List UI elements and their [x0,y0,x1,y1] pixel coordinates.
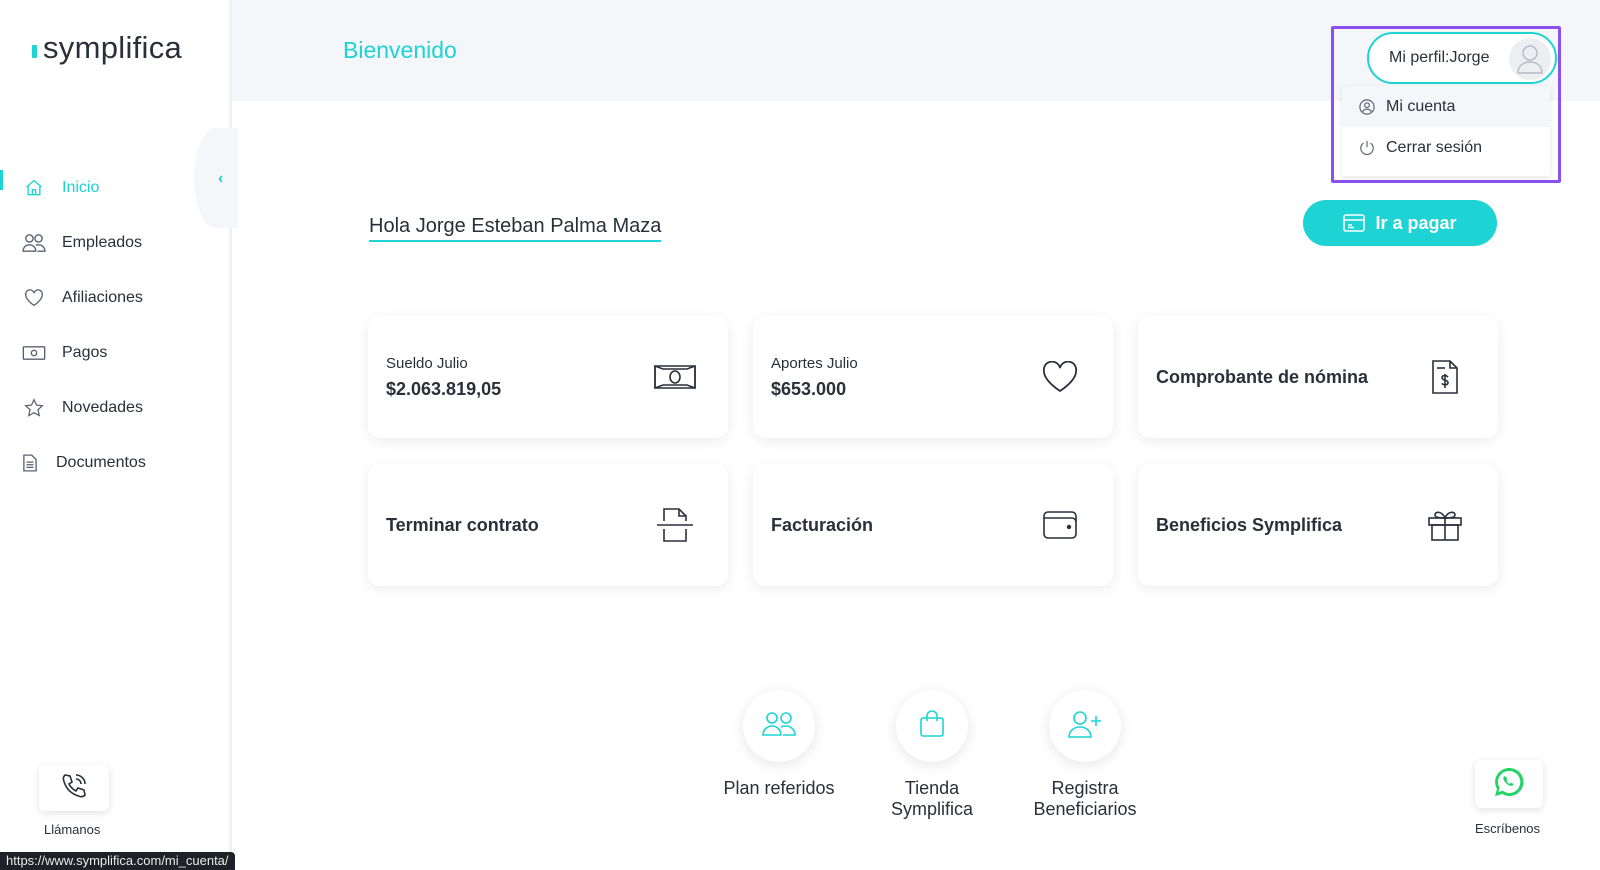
quick-link-label: Registra Beneficiarios [1033,778,1137,819]
profile-dropdown: Mi cuenta Cerrar sesión [1342,86,1550,176]
power-icon [1358,139,1376,157]
card-sueldo[interactable]: Sueldo Julio $2.063.819,05 [368,316,728,438]
quick-link-circle [896,690,968,762]
pay-button-label: Ir a pagar [1375,212,1457,233]
status-bar-url: https://www.symplifica.com/mi_cuenta/ [0,852,235,870]
logo-text: symplifica [43,30,183,65]
user-circle-icon [1358,98,1376,116]
users-icon [22,231,46,255]
sidebar-item-novedades[interactable]: Novedades [0,380,229,435]
logo-mark [32,44,37,58]
sidebar-nav: Inicio Empleados Afiliaciones Pagos Nove… [0,160,229,490]
card-terminar-contrato[interactable]: Terminar contrato [368,464,728,586]
heart-icon [1037,356,1083,398]
user-plus-icon [1068,710,1102,743]
users-icon [762,711,796,742]
card-comprobante[interactable]: Comprobante de nómina [1138,316,1498,438]
chevron-left-icon[interactable]: ‹ [218,170,223,188]
sidebar-item-label: Empleados [62,233,143,251]
whatsapp-label: Escríbenos [1475,821,1541,836]
quick-link-circle [743,690,815,762]
sidebar-item-pagos[interactable]: Pagos [0,325,229,380]
document-icon [22,451,38,475]
sidebar-item-label: Pagos [62,343,108,361]
greeting: Hola Jorge Esteban Palma Maza [369,215,662,242]
logo[interactable]: symplifica [32,30,182,66]
quick-link-label: Tienda Symplifica [890,778,974,819]
sidebar-item-label: Inicio [62,178,100,196]
pay-button[interactable]: Ir a pagar [1303,200,1497,246]
home-icon [22,176,46,200]
card-aportes[interactable]: Aportes Julio $653.000 [753,316,1113,438]
collapse-notch [194,128,238,228]
cut-document-icon [652,504,698,546]
sidebar-item-afiliaciones[interactable]: Afiliaciones [0,270,229,325]
quick-link-tienda[interactable]: Tienda Symplifica [862,690,1002,820]
menu-item-mi-cuenta[interactable]: Mi cuenta [1342,86,1550,127]
profile-button[interactable]: Mi perfil:Jorge [1367,32,1557,84]
wallet-icon [1037,504,1083,546]
sidebar-item-label: Afiliaciones [62,288,143,306]
sidebar-item-label: Documentos [56,453,146,471]
quick-link-plan-referidos[interactable]: Plan referidos [709,690,849,799]
sidebar: symplifica Inicio Empleados Afiliaciones… [0,0,232,870]
heart-icon [22,286,46,310]
quick-link-circle [1049,690,1121,762]
quick-link-registra-beneficiarios[interactable]: Registra Beneficiarios [1015,690,1155,820]
menu-item-cerrar-sesion[interactable]: Cerrar sesión [1342,127,1550,168]
money-icon [22,341,46,365]
avatar [1509,38,1551,80]
credit-card-icon [1343,214,1366,232]
card-facturacion[interactable]: Facturación [753,464,1113,586]
star-icon [22,396,46,420]
profile-label: Mi perfil:Jorge [1389,49,1490,66]
page-title: Bienvenido [343,37,457,63]
shopping-bag-icon [919,709,945,743]
card-beneficios[interactable]: Beneficios Symplifica [1138,464,1498,586]
phone-icon [59,771,89,806]
menu-item-label: Mi cuenta [1386,97,1456,115]
whatsapp-icon [1493,766,1525,803]
whatsapp-button[interactable] [1475,760,1543,808]
sidebar-item-label: Novedades [62,398,143,416]
sidebar-item-empleados[interactable]: Empleados [0,215,229,270]
quick-link-label: Plan referidos [723,778,835,798]
call-label: Llámanos [44,822,101,837]
gift-icon [1422,504,1468,546]
receipt-icon [1422,356,1468,398]
money-icon [652,356,698,398]
sidebar-item-documentos[interactable]: Documentos [0,435,229,490]
menu-item-label: Cerrar sesión [1386,138,1483,156]
call-button[interactable] [39,765,109,811]
